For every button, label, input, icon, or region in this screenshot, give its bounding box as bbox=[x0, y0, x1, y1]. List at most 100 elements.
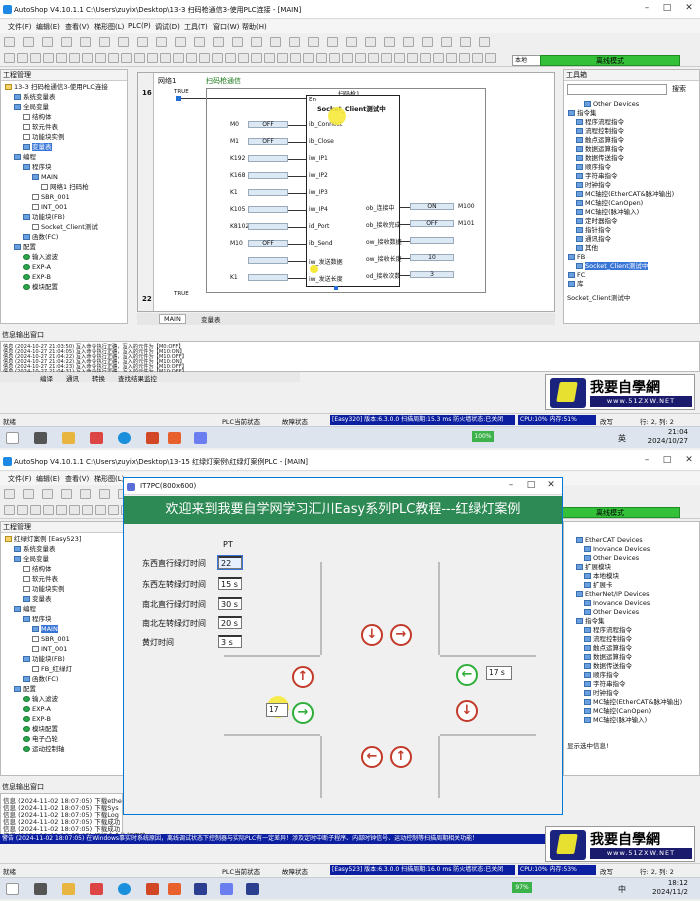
app-icon[interactable] bbox=[90, 883, 103, 895]
fb-input-var[interactable]: K8102 bbox=[230, 223, 249, 230]
toolbox-item[interactable]: Inovance Devices bbox=[584, 545, 650, 554]
toolbar-button-icon[interactable] bbox=[30, 505, 41, 515]
toolbox-item[interactable]: Other Devices bbox=[584, 608, 639, 617]
tree-item[interactable]: SBR_001 bbox=[32, 193, 70, 202]
tree-item[interactable]: EXP-B bbox=[23, 715, 51, 724]
tree-item[interactable]: 功能块实例 bbox=[23, 133, 65, 142]
menu-plc[interactable]: PLC(P) bbox=[128, 22, 151, 30]
edge-icon[interactable] bbox=[118, 432, 131, 444]
toolbar-button-icon[interactable] bbox=[108, 505, 119, 515]
toolbox-item[interactable]: 数据运算指令 bbox=[584, 653, 632, 662]
toolbox-item[interactable]: 顺序指令 bbox=[584, 671, 619, 680]
toolbar-button-icon[interactable] bbox=[17, 505, 28, 515]
toolbar-button-icon[interactable] bbox=[43, 53, 54, 63]
ime-indicator[interactable]: 英 bbox=[618, 433, 626, 444]
toolbar-button-icon[interactable] bbox=[277, 53, 288, 63]
toolbar-button-icon[interactable] bbox=[472, 53, 483, 63]
powerpoint-icon[interactable] bbox=[146, 883, 159, 895]
fb-input-value[interactable] bbox=[248, 274, 288, 281]
toolbox-item[interactable]: 扩展模块 bbox=[576, 563, 611, 572]
toolbox-item[interactable]: 本地模块 bbox=[584, 572, 619, 581]
fb-output-value[interactable]: ON bbox=[410, 203, 454, 210]
tree-item[interactable]: 编程 bbox=[14, 153, 36, 162]
tree-item[interactable]: 模块配置 bbox=[23, 283, 58, 292]
info-tab[interactable]: 转换 bbox=[92, 373, 105, 383]
toolbar-button-icon[interactable] bbox=[251, 37, 262, 47]
toolbar-button-icon[interactable] bbox=[381, 53, 392, 63]
tree-item[interactable]: 程序块 bbox=[23, 163, 52, 172]
toolbox-item[interactable]: 指针指令 bbox=[576, 226, 611, 235]
battery-indicator[interactable]: 100% bbox=[472, 431, 494, 442]
toolbar-button-icon[interactable] bbox=[147, 53, 158, 63]
toolbar-button-icon[interactable] bbox=[232, 37, 243, 47]
hmi-close-icon[interactable]: ✕ bbox=[544, 480, 558, 490]
edge-icon[interactable] bbox=[118, 883, 131, 895]
start-icon[interactable] bbox=[6, 883, 19, 895]
toolbox-item[interactable]: 其他 bbox=[576, 244, 598, 253]
tree-item[interactable]: 红绿灯案例 [Easy523] bbox=[5, 535, 81, 544]
toolbar-button-icon[interactable] bbox=[460, 37, 471, 47]
toolbar-button-icon[interactable] bbox=[99, 37, 110, 47]
fb-output-value[interactable]: OFF bbox=[410, 220, 454, 227]
menu-file[interactable]: 文件(F) bbox=[8, 22, 32, 32]
toolbox-item[interactable]: 时钟指令 bbox=[584, 689, 619, 698]
toolbox-item[interactable]: 触点运算指令 bbox=[576, 136, 624, 145]
tree-item[interactable]: SBR_001 bbox=[32, 635, 70, 644]
taskview-icon[interactable] bbox=[34, 883, 47, 895]
info-tab[interactable]: 监控 bbox=[144, 373, 157, 383]
tree-item[interactable]: 软元件表 bbox=[23, 575, 58, 584]
menu-debug[interactable]: 调试(D) bbox=[155, 22, 180, 32]
ladder-editor[interactable]: 网络1 扫码枪通信 16 TRUE 扫码枪1 En Socket_Client测… bbox=[137, 72, 555, 312]
toolbar-button-icon[interactable] bbox=[80, 489, 91, 499]
toolbar-button-icon[interactable] bbox=[82, 505, 93, 515]
toolbox-item[interactable]: Other Devices bbox=[584, 100, 639, 109]
toolbox-item[interactable]: 时钟指令 bbox=[576, 181, 611, 190]
toolbox-item[interactable]: MC轴控(CanOpen) bbox=[576, 199, 643, 208]
fb-output-var[interactable]: M101 bbox=[458, 220, 475, 227]
toolbox-item[interactable]: MC轴控(脉冲输入) bbox=[584, 716, 647, 725]
toolbox-item[interactable]: Socket_Client测试中 bbox=[576, 262, 649, 271]
toolbar-button-icon[interactable] bbox=[407, 53, 418, 63]
toolbox-item[interactable]: 数据运算指令 bbox=[576, 145, 624, 154]
toolbar-button-icon[interactable] bbox=[160, 53, 171, 63]
menu-view[interactable]: 查看(V) bbox=[65, 22, 89, 32]
toolbox-item[interactable]: 字符串指令 bbox=[584, 680, 626, 689]
itp-icon[interactable] bbox=[194, 883, 207, 895]
toolbox-item[interactable]: MC轴控(脉冲输入) bbox=[576, 208, 639, 217]
toolbar-button-icon[interactable] bbox=[238, 53, 249, 63]
maximize-icon[interactable]: □ bbox=[660, 3, 674, 13]
toolbar-button-icon[interactable] bbox=[355, 53, 366, 63]
info-tab[interactable]: 查找结果 bbox=[118, 373, 144, 383]
tree-item[interactable]: 编程 bbox=[14, 605, 36, 614]
hmi-maximize-icon[interactable]: □ bbox=[524, 480, 538, 490]
toolbar-button-icon[interactable] bbox=[308, 37, 319, 47]
menu-file[interactable]: 文件(F) bbox=[8, 474, 32, 484]
tree-item[interactable]: 13-3 扫码枪通信3-使用PLC连接 bbox=[5, 83, 108, 92]
toolbox-item[interactable]: MC轴控(EtherCAT&脉冲输出) bbox=[584, 698, 682, 707]
toolbar-button-icon[interactable] bbox=[17, 53, 28, 63]
tree-item[interactable]: 函数(FC) bbox=[23, 675, 58, 684]
tree-item[interactable]: 全局变量 bbox=[14, 103, 49, 112]
input-yellow[interactable]: 3 s bbox=[218, 635, 242, 648]
menu-tools[interactable]: 工具(T) bbox=[184, 22, 208, 32]
toolbox-item[interactable]: FB bbox=[568, 253, 585, 262]
tree-item[interactable]: 输入滤波 bbox=[23, 253, 58, 262]
toolbar-button-icon[interactable] bbox=[99, 489, 110, 499]
tree-item[interactable]: 软元件表 bbox=[23, 123, 58, 132]
tree-item[interactable]: 功能块(FB) bbox=[23, 213, 65, 222]
toolbar-button-icon[interactable] bbox=[42, 489, 53, 499]
tree-item[interactable]: MAIN bbox=[32, 625, 58, 634]
autoshop-icon[interactable] bbox=[194, 432, 207, 444]
tree-item[interactable]: EXP-A bbox=[23, 263, 51, 272]
tree-item[interactable]: 网络1 扫码枪 bbox=[41, 183, 89, 192]
toolbar-button-icon[interactable] bbox=[61, 489, 72, 499]
toolbar-button-icon[interactable] bbox=[403, 37, 414, 47]
fb-input-value[interactable]: OFF bbox=[248, 121, 288, 128]
start-icon[interactable] bbox=[6, 432, 19, 444]
tree-item[interactable]: 结构体 bbox=[23, 565, 52, 574]
fb-output-value[interactable] bbox=[410, 237, 454, 244]
toolbar-button-icon[interactable] bbox=[23, 37, 34, 47]
toolbar-button-icon[interactable] bbox=[479, 37, 490, 47]
toolbox-item[interactable]: 指令集 bbox=[568, 109, 597, 118]
fb-input-var[interactable]: K105 bbox=[230, 206, 245, 213]
